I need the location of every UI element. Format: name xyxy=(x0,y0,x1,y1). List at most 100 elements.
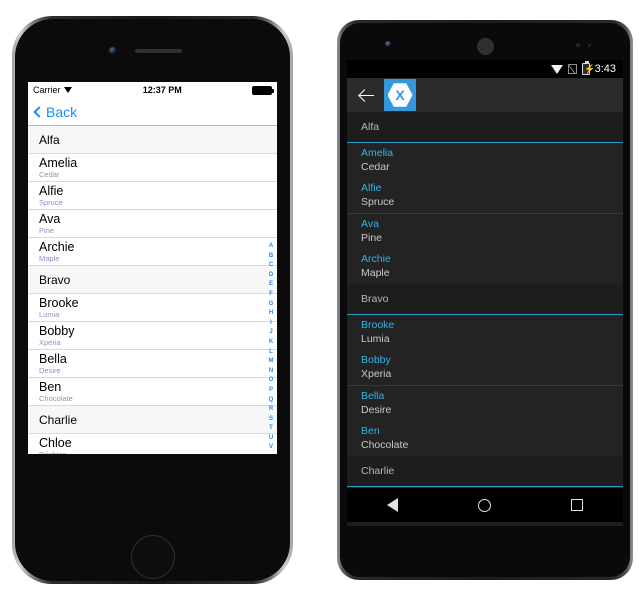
index-letter[interactable]: Q xyxy=(269,396,274,406)
list-item[interactable]: Amelia Cedar xyxy=(347,143,623,178)
index-letter[interactable]: M xyxy=(269,357,274,367)
index-letter[interactable]: L xyxy=(269,348,273,358)
index-letter[interactable]: N xyxy=(269,367,273,377)
list-item[interactable]: Ava Pine xyxy=(347,214,623,249)
index-letter[interactable]: B xyxy=(269,252,273,262)
list-item-name: Amelia xyxy=(39,156,78,170)
list-divider xyxy=(347,314,623,315)
ios-contact-list[interactable]: Alfa Amelia Cedar Alfie Spruce Ava Pine Archie M… xyxy=(28,126,277,454)
list-item[interactable]: Bobby Xperia xyxy=(347,350,623,385)
android-screen: ⚡ 3:43 X Alfa Amelia Cedar Alfie Spruce Ava Pi… xyxy=(347,60,623,526)
list-item-detail: Chocolate xyxy=(361,439,409,451)
list-item-detail: Pine xyxy=(361,232,383,244)
list-item[interactable]: ChloeBrighton xyxy=(28,434,277,454)
list-item-name: Bobby xyxy=(39,324,75,338)
index-letter[interactable]: K xyxy=(269,338,273,348)
signal-no-sim-icon xyxy=(567,64,577,74)
index-letter[interactable]: T xyxy=(269,424,273,434)
index-letter[interactable]: C xyxy=(269,261,273,271)
ios-alphabet-index[interactable]: ABCDEFGHIJKLMNOPQRSTUVWXYZ xyxy=(266,242,276,454)
android-toolbar: X xyxy=(347,78,623,112)
ios-status-bar: Carrier 12:37 PM xyxy=(28,82,277,98)
list-item-detail: Desire xyxy=(361,404,392,416)
index-letter[interactable]: P xyxy=(269,386,273,396)
screenshot-stage: Carrier 12:37 PM Back Alfa Amelia Cedar … xyxy=(0,0,642,600)
list-item-detail: Spruce xyxy=(361,196,395,208)
home-button[interactable] xyxy=(130,535,175,579)
back-button-label: Back xyxy=(46,103,78,120)
android-contact-list[interactable]: Alfa Amelia Cedar Alfie Spruce Ava Pine Archie M… xyxy=(347,112,623,488)
list-item-detail: Xperia xyxy=(39,338,61,347)
list-item-name: Ben xyxy=(361,425,380,437)
list-item-detail: Lumia xyxy=(361,333,390,345)
arrow-left-icon[interactable] xyxy=(359,88,374,103)
list-item-detail: Maple xyxy=(361,267,390,279)
list-item[interactable]: Alfie Spruce xyxy=(28,182,277,210)
index-letter[interactable]: R xyxy=(269,405,273,415)
list-item[interactable]: Ben Chocolate xyxy=(347,421,623,456)
wifi-icon xyxy=(63,86,73,94)
nav-recents-square-icon[interactable] xyxy=(571,499,583,511)
ios-section-header: Alfa xyxy=(28,126,277,154)
xamarin-hex-letter: X xyxy=(387,83,413,107)
chevron-left-icon xyxy=(33,105,45,118)
android-bezel: ⚡ 3:43 X Alfa Amelia Cedar Alfie Spruce Ava Pi… xyxy=(340,23,630,577)
front-camera-icon xyxy=(109,47,116,54)
ios-section-header: Bravo xyxy=(28,266,277,294)
list-item-detail: Lumia xyxy=(39,310,60,319)
list-item[interactable]: Amelia Cedar xyxy=(28,154,277,182)
android-section-header: Charlie xyxy=(347,456,623,486)
list-item-detail: Cedar xyxy=(361,161,390,173)
iphone-device: Carrier 12:37 PM Back Alfa Amelia Cedar … xyxy=(12,16,293,584)
index-letter[interactable]: J xyxy=(269,328,272,338)
list-item[interactable]: Brooke Lumia xyxy=(347,315,623,350)
list-item[interactable]: Archie Maple xyxy=(347,249,623,284)
list-item-name: Bobby xyxy=(361,354,391,366)
index-letter[interactable]: E xyxy=(269,280,273,290)
charging-bolt-icon: ⚡ xyxy=(584,64,596,74)
back-button[interactable]: Back xyxy=(32,104,77,120)
list-item[interactable]: Bobby Xperia xyxy=(28,322,277,350)
list-item[interactable]: Bella Desire xyxy=(347,386,623,421)
list-item-name: Archie xyxy=(361,253,391,265)
xamarin-logo-icon[interactable]: X xyxy=(384,79,416,111)
list-item[interactable]: Chloe xyxy=(347,487,623,488)
list-item[interactable]: Alfie Spruce xyxy=(347,178,623,213)
index-letter[interactable]: A xyxy=(269,242,273,252)
list-item[interactable]: Ava Pine xyxy=(28,210,277,238)
list-item-detail: Chocolate xyxy=(39,394,73,403)
list-item-name: Ava xyxy=(361,218,379,230)
list-item-detail: Brighton xyxy=(39,450,277,454)
index-letter[interactable]: H xyxy=(269,309,273,319)
index-letter[interactable]: D xyxy=(269,271,273,281)
list-item-name: Bella xyxy=(39,352,67,366)
ios-status-right xyxy=(252,85,274,95)
ios-status-left: Carrier xyxy=(33,85,73,95)
index-letter[interactable]: I xyxy=(270,319,272,329)
index-letter[interactable]: F xyxy=(269,290,273,300)
list-item[interactable]: Ben Chocolate xyxy=(28,378,277,406)
list-item[interactable]: Archie Maple xyxy=(28,238,277,266)
index-letter[interactable]: W xyxy=(268,453,274,454)
list-item[interactable]: Bella Desire xyxy=(28,350,277,378)
nav-home-circle-icon[interactable] xyxy=(478,498,491,512)
index-letter[interactable]: G xyxy=(269,300,274,310)
android-status-bar: ⚡ 3:43 xyxy=(347,60,623,78)
list-item-name: Ava xyxy=(39,212,61,226)
earpiece-speaker-icon xyxy=(135,49,182,53)
index-letter[interactable]: U xyxy=(269,434,273,444)
list-item[interactable]: Brooke Lumia xyxy=(28,294,277,322)
battery-full-icon xyxy=(252,85,274,95)
list-divider xyxy=(347,486,623,487)
android-nav-bar xyxy=(347,488,623,522)
list-item-detail: Pine xyxy=(39,226,55,235)
list-item-name: Chloe xyxy=(39,436,72,450)
index-letter[interactable]: S xyxy=(269,415,273,425)
index-letter[interactable]: O xyxy=(269,376,274,386)
nav-back-triangle-icon[interactable] xyxy=(387,498,398,512)
android-section-header: Alfa xyxy=(347,112,623,142)
light-sensor-icon xyxy=(588,44,591,47)
front-camera-icon xyxy=(385,41,391,47)
index-letter[interactable]: V xyxy=(269,443,273,453)
ios-nav-bar: Back xyxy=(28,98,277,126)
